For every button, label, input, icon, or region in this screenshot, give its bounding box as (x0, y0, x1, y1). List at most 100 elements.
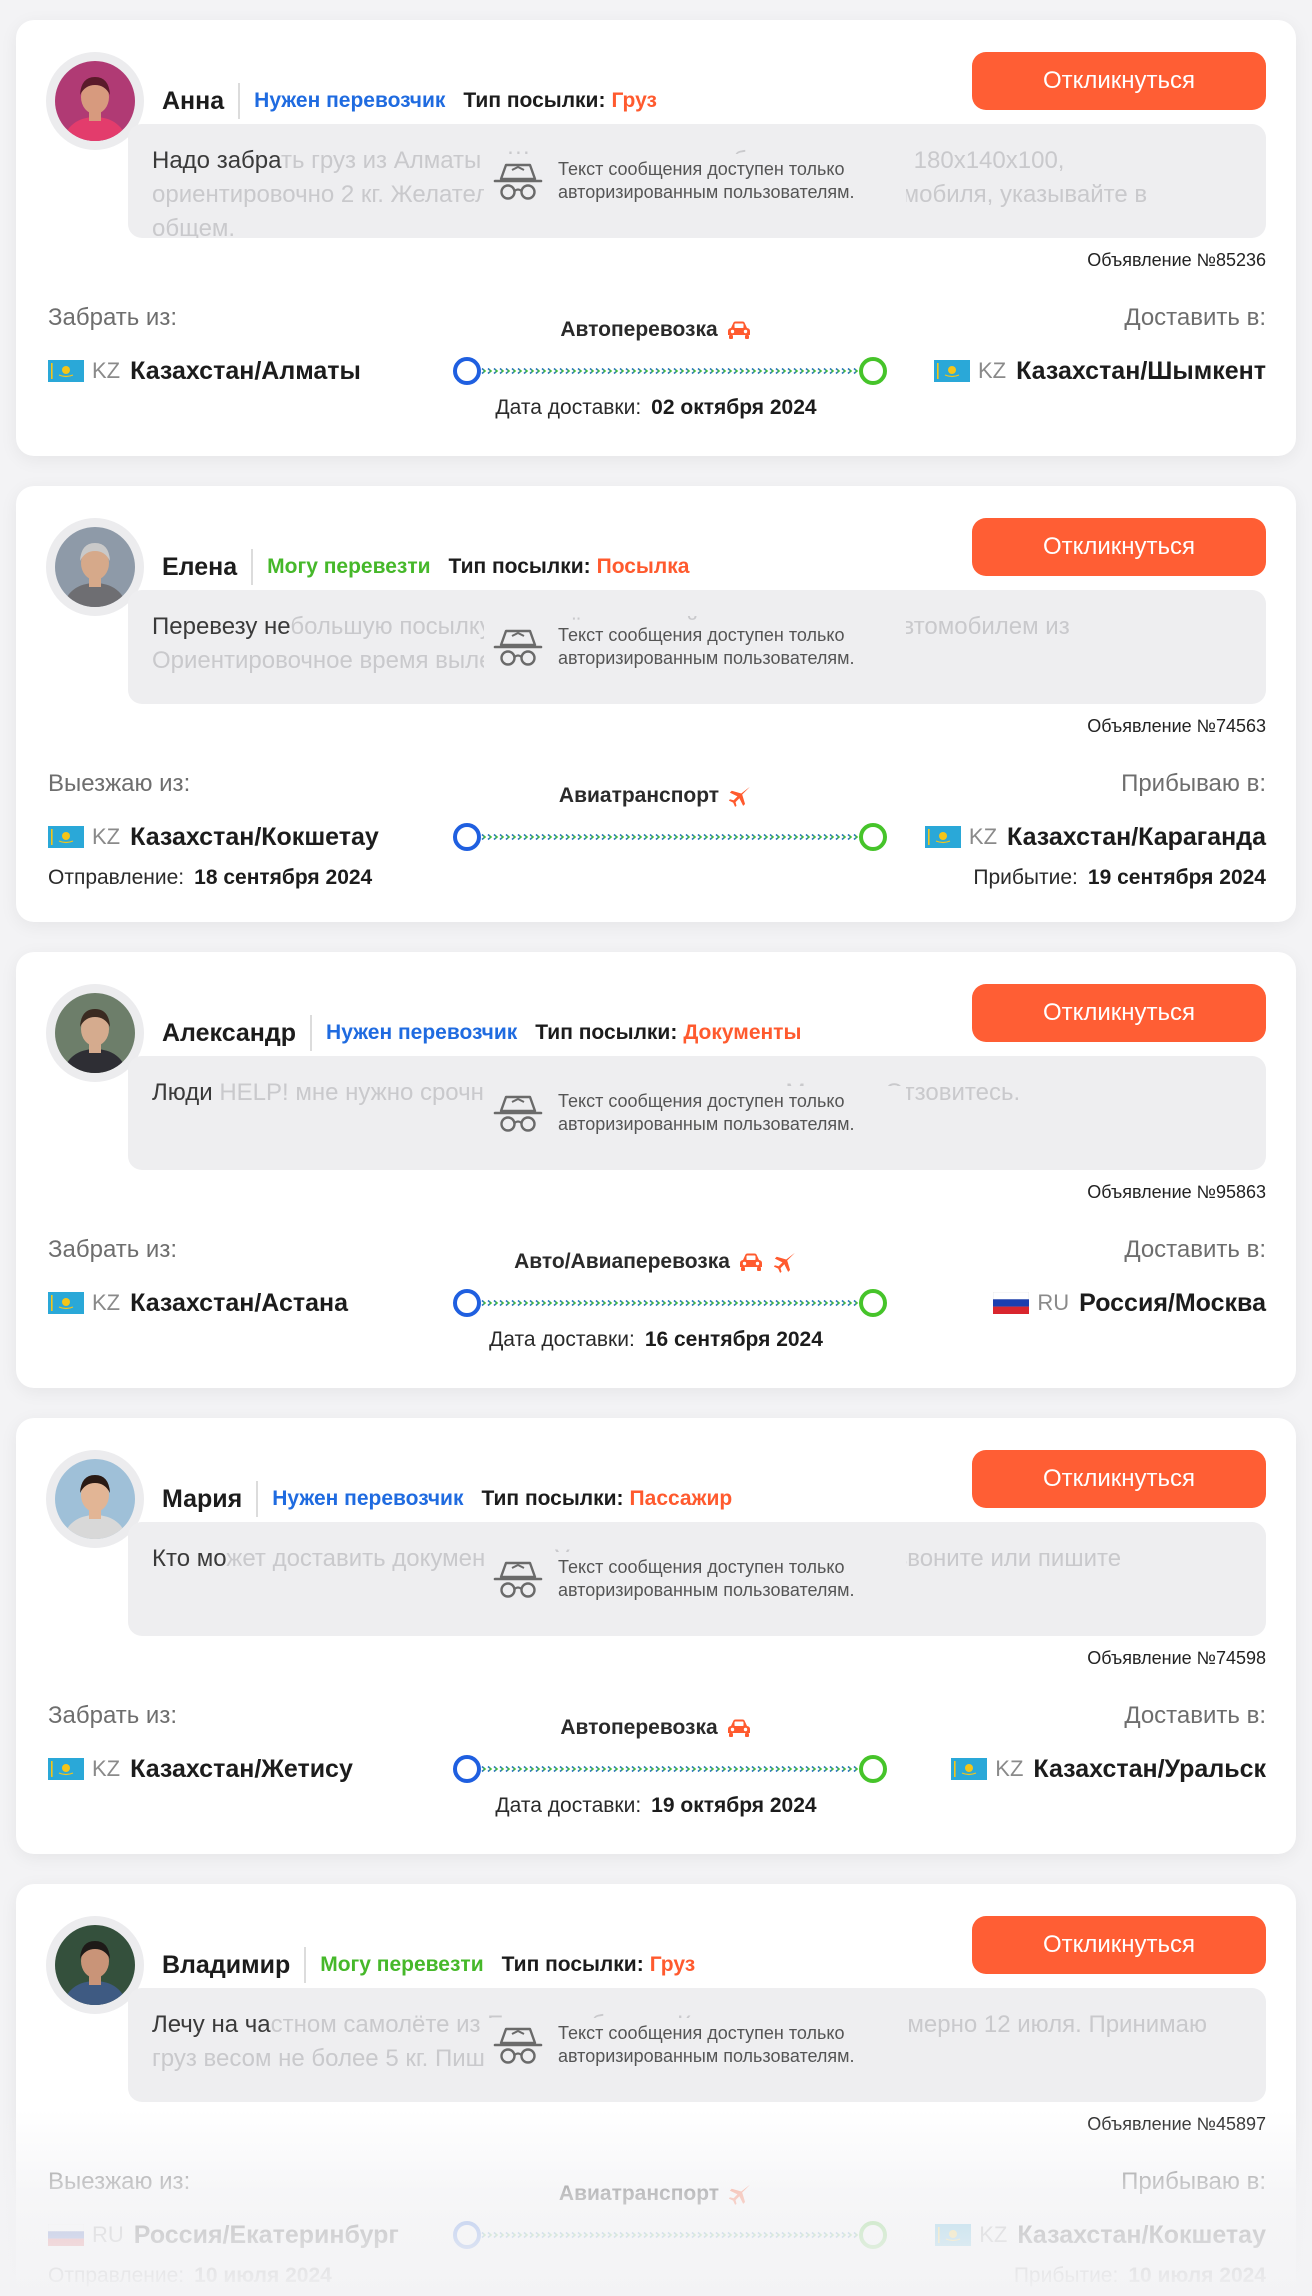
plane-icon (728, 786, 750, 807)
delivery-date-value: 16 сентября 2024 (644, 1328, 823, 1351)
ad-number: Объявление №85236 (1087, 250, 1266, 270)
respond-button[interactable]: Откликнуться (972, 52, 1266, 110)
respond-button[interactable]: Откликнуться (972, 1450, 1266, 1508)
avatar-photo (55, 1459, 135, 1539)
message-visible-part: Надо забра (152, 147, 281, 174)
origin: KZ Казахстан/Кокшетау (48, 820, 379, 854)
header-divider (251, 549, 254, 585)
transport-icons (738, 1251, 798, 1273)
transport-icons (726, 319, 752, 341)
destination: RU Россия/Москва (993, 1286, 1266, 1320)
parcel-type-label: Тип посылки: (535, 1021, 678, 1044)
user-name[interactable]: Мария (162, 1485, 242, 1514)
respond-button[interactable]: Откликнуться (972, 1916, 1266, 1974)
listing-feed: Анна Нужен перевозчик Тип посылки: Груз … (16, 20, 1296, 2296)
route-line (452, 2218, 888, 2252)
origin: KZ Казахстан/Алматы (48, 354, 361, 388)
header-divider (304, 1947, 307, 1983)
listing-status: Могу перевезти (320, 1953, 484, 1976)
message-visible-part: Кто мо (152, 1545, 227, 1572)
listing-card: Анна Нужен перевозчик Тип посылки: Груз … (16, 20, 1296, 456)
kz-flag-icon (924, 826, 961, 848)
avatar[interactable] (55, 527, 135, 607)
listing-card: Елена Могу перевезти Тип посылки: Посылк… (16, 486, 1296, 922)
car-icon (727, 321, 750, 339)
delivery-date: Дата доставки: 02 октября 2024 (16, 396, 1296, 420)
arrival-date: Прибытие: 10 июля 2024 (1014, 2264, 1266, 2288)
destination-country-code: KZ (995, 1756, 1024, 1781)
respond-button[interactable]: Откликнуться (972, 518, 1266, 576)
origin-place: Казахстан/Кокшетау (130, 822, 379, 851)
respond-button[interactable]: Откликнуться (972, 984, 1266, 1042)
arrival-date-label: Прибытие: (973, 866, 1078, 889)
listing-status: Нужен перевозчик (254, 89, 446, 112)
route-line (452, 820, 888, 854)
message-visible-part: Перевезу не (152, 613, 291, 640)
message-visible-part: Лечу на ча (152, 2011, 271, 2038)
user-name[interactable]: Анна (162, 87, 224, 116)
message-box: Кто может доставить документы до Уральск… (128, 1522, 1266, 1636)
auth-required-text: Текст сообщения доступен только авторизи… (558, 159, 855, 202)
user-name[interactable]: Владимир (162, 1951, 290, 1980)
arrival-date-value: 10 июля 2024 (1128, 2264, 1266, 2287)
origin: RU Россия/Екатеринбург (48, 2218, 399, 2252)
message-visible-part: Люди (152, 1079, 220, 1106)
listing-status: Могу перевезти (267, 555, 431, 578)
delivery-date-label: Дата доставки: (495, 396, 642, 419)
avatar[interactable] (55, 61, 135, 141)
origin: KZ Казахстан/Жетису (48, 1752, 353, 1786)
arrival-date-value: 19 сентября 2024 (1087, 866, 1266, 889)
kz-flag-icon (48, 360, 84, 382)
route-graphic (453, 2221, 887, 2249)
kz-flag-icon (48, 826, 84, 848)
avatar-photo (55, 527, 135, 607)
avatar[interactable] (55, 1459, 135, 1539)
parcel-type-label: Тип посылки: (448, 555, 591, 578)
user-name[interactable]: Елена (162, 553, 237, 582)
transport-label: Автоперевозка (560, 1716, 718, 1739)
auth-required-text: Текст сообщения доступен только авторизи… (558, 2023, 855, 2066)
auth-required-text: Текст сообщения доступен только авторизи… (558, 625, 855, 668)
route-graphic (453, 1755, 887, 1783)
kz-flag-icon (48, 1292, 84, 1314)
card-header: Мария Нужен перевозчик Тип посылки: Пасс… (162, 1480, 732, 1518)
parcel-type-label: Тип посылки: (463, 89, 606, 112)
card-header: Елена Могу перевезти Тип посылки: Посылк… (162, 548, 689, 586)
destination-country-code: KZ (968, 824, 998, 849)
transport-type: Авто/Авиаперевозка (16, 1250, 1296, 1274)
origin-country-code: RU (92, 2222, 124, 2247)
card-header: Анна Нужен перевозчик Тип посылки: Груз (162, 82, 657, 120)
listing-card: Мария Нужен перевозчик Тип посылки: Пасс… (16, 1418, 1296, 1854)
transport-label: Авто/Авиаперевозка (514, 1250, 730, 1273)
origin-country-code: KZ (92, 1756, 121, 1781)
origin-place: Россия/Екатеринбург (133, 2220, 399, 2249)
user-name[interactable]: Александр (162, 1019, 296, 1048)
route-graphic (453, 1289, 887, 1317)
transport-label: Авиатранспорт (558, 784, 720, 807)
parcel-type-value: Документы (683, 1021, 802, 1044)
origin-country-code: KZ (92, 1290, 121, 1315)
transport-type: Авиатранспорт (16, 2182, 1296, 2206)
avatar[interactable] (55, 1925, 135, 2005)
route-line (452, 1752, 888, 1786)
delivery-date-value: 02 октября 2024 (651, 396, 817, 419)
arrival-date-label: Прибытие: (1013, 2264, 1119, 2287)
header-divider (238, 83, 241, 119)
departure-date-value: 18 сентября 2024 (194, 866, 373, 889)
departure-date: Отправление: 10 июля 2024 (48, 2264, 332, 2288)
auth-required-notice: Текст сообщения доступен только авторизи… (484, 1552, 906, 1606)
message-box: Перевезу небольшую посылку на своём авиа… (128, 590, 1266, 704)
avatar-photo (55, 61, 135, 141)
parcel-type-value: Пассажир (629, 1487, 733, 1510)
card-header: Владимир Могу перевезти Тип посылки: Гру… (162, 1946, 695, 1984)
listing-card: Владимир Могу перевезти Тип посылки: Гру… (16, 1884, 1296, 2296)
route-graphic (453, 357, 887, 385)
avatar[interactable] (55, 993, 135, 1073)
transport-label: Автоперевозка (560, 318, 718, 341)
destination-place: Казахстан/Кокшетау (1017, 2220, 1266, 2249)
auth-required-text: Текст сообщения доступен только авторизи… (558, 1091, 855, 1134)
listing-status: Нужен перевозчик (272, 1487, 464, 1510)
plane-icon (773, 1252, 795, 1273)
destination: KZ Казахстан/Шымкент (933, 354, 1266, 388)
auth-required-notice: Текст сообщения доступен только авторизи… (484, 154, 906, 208)
